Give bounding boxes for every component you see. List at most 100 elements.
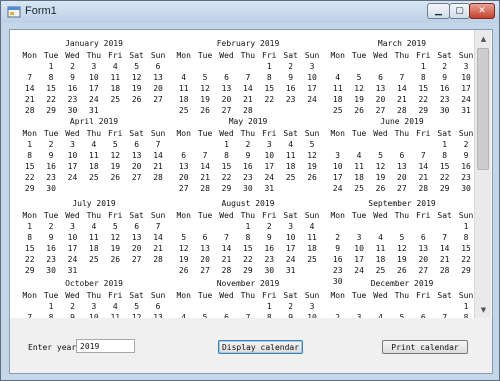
day-cell: 14 (439, 244, 450, 253)
year-input[interactable] (76, 339, 135, 353)
arrow-up-icon: ▲ (480, 34, 487, 43)
day-cell: 8 (266, 73, 272, 82)
weekday-header: Sat (283, 211, 298, 220)
scroll-thumb[interactable] (477, 48, 489, 170)
day-cell: 28 (221, 266, 232, 275)
weekday-header: Wed (219, 291, 234, 300)
day-cell: 15 (439, 162, 450, 171)
day-cell: 5 (181, 233, 187, 242)
day-cell: 18 (285, 162, 296, 171)
weekday-header: Tue (197, 291, 213, 300)
day-cell: 13 (221, 84, 232, 93)
vertical-scrollbar[interactable]: ▲ ▼ (474, 30, 491, 318)
day-cell: 29 (439, 184, 450, 193)
day-cell: 9 (288, 73, 294, 82)
day-cell: 22 (264, 95, 275, 104)
day-cell: 19 (110, 244, 121, 253)
weekday-header: Wed (373, 129, 388, 138)
day-cell: 9 (442, 73, 448, 82)
day-cell: 4 (181, 73, 187, 82)
display-calendar-button[interactable]: Display calendar (218, 340, 303, 354)
month-day-grid: MonTueWedThuFriSatSun1234567891011121314… (173, 50, 323, 116)
window-title: Form1 (25, 5, 57, 17)
day-cell: 19 (354, 95, 364, 104)
day-cell: 4 (309, 222, 315, 231)
day-cell: 3 (335, 151, 341, 160)
day-cell: 31 (264, 184, 275, 193)
print-calendar-button[interactable]: Print calendar (382, 340, 468, 354)
day-cell: 8 (27, 151, 33, 160)
month-title: June 2019 (380, 117, 424, 126)
empty-cell (237, 61, 258, 72)
maximize-button[interactable]: ▢ (449, 3, 470, 19)
month-title: May 2019 (228, 117, 268, 126)
weekday-header: Wed (65, 51, 80, 60)
day-cell: 11 (178, 84, 189, 93)
weekday-header: Mon (176, 291, 191, 300)
empty-cell (19, 61, 40, 72)
day-cell: 2 (70, 62, 75, 71)
minimize-button[interactable]: ▁ (427, 3, 450, 19)
weekday-header: Sat (283, 51, 298, 60)
weekday-header: Mon (330, 51, 345, 60)
day-cell: 11 (89, 233, 99, 242)
empty-cell (391, 139, 412, 150)
day-cell: 29 (24, 184, 35, 193)
empty-cell (327, 139, 348, 150)
close-button[interactable]: ✕ (469, 3, 495, 19)
day-cell: 21 (418, 173, 429, 182)
day-cell: 6 (399, 151, 405, 160)
day-cell: 15 (418, 84, 429, 93)
empty-cell (391, 301, 412, 312)
day-cell: 24 (307, 95, 317, 104)
day-cell: 28 (243, 106, 253, 115)
scroll-down-button[interactable]: ▼ (475, 301, 492, 318)
day-cell: 29 (418, 106, 429, 115)
day-cell: 9 (48, 233, 54, 242)
empty-cell (391, 61, 412, 72)
day-cell: 18 (89, 162, 99, 171)
day-cell: 28 (418, 184, 429, 193)
day-cell: 22 (243, 255, 253, 264)
weekday-header: Wed (65, 129, 80, 138)
day-cell: 6 (181, 151, 187, 160)
day-cell: 14 (153, 151, 163, 160)
empty-cell (348, 301, 369, 312)
title-bar[interactable]: Form1 ▁ ▢ ✕ (1, 1, 499, 23)
weekday-header: Thu (86, 51, 102, 60)
calendar-panel[interactable]: January 2019 Mon Tue Wed Thu Fri Sat Sun 1 2 3 4 5 6 7… (10, 30, 492, 318)
day-cell: 22 (221, 173, 232, 182)
weekday-header: Sat (437, 51, 452, 60)
empty-cell (370, 139, 391, 150)
day-cell: 24 (285, 255, 296, 264)
weekday-header: Fri (416, 129, 431, 138)
day-cell: 26 (200, 106, 210, 115)
day-cell: 6 (134, 140, 140, 149)
day-cell: 13 (131, 151, 142, 160)
weekday-header: Sun (304, 129, 320, 138)
weekday-header: Fri (262, 211, 277, 220)
day-cell: 26 (131, 95, 142, 104)
month-day-grid: MonTueWedThuFriSatSun1234567891011121314… (173, 210, 323, 276)
month-day-grid: MonTueWedThuFriSatSun1234567891011121314… (19, 210, 169, 276)
weekday-header: Tue (351, 211, 367, 220)
day-cell: 28 (153, 173, 163, 182)
day-cell: 14 (418, 162, 429, 171)
scroll-up-button[interactable]: ▲ (475, 30, 492, 47)
day-cell: 7 (155, 222, 161, 231)
day-cell: 2 (48, 140, 54, 149)
day-cell: 13 (418, 244, 429, 253)
year-label: Enter year (28, 343, 77, 352)
day-cell: 19 (375, 173, 386, 182)
day-cell: 4 (335, 73, 341, 82)
empty-cell (237, 301, 258, 312)
day-cell: 27 (397, 184, 407, 193)
day-cell: 4 (91, 140, 97, 149)
day-cell: 22 (24, 255, 35, 264)
day-cell: 5 (399, 233, 405, 242)
weekday-header: Sun (150, 51, 166, 60)
day-cell: 27 (418, 266, 429, 275)
day-cell: 11 (354, 162, 364, 171)
maximize-icon: ▢ (455, 6, 464, 16)
day-cell: 4 (356, 151, 362, 160)
